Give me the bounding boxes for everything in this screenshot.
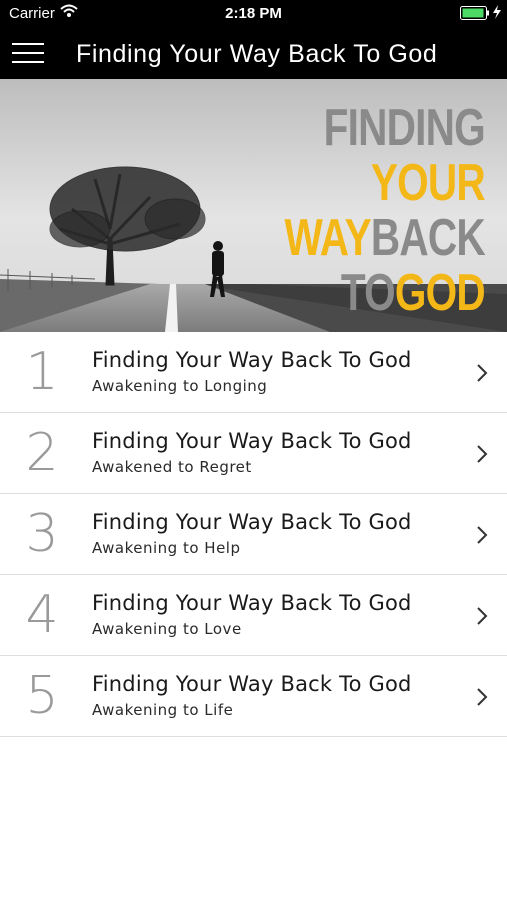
- nav-bar: Finding Your Way Back To God: [0, 27, 507, 79]
- session-subtitle: Awakening to Longing: [92, 377, 268, 395]
- session-number: 1: [25, 342, 59, 402]
- session-title: Finding Your Way Back To God: [92, 672, 412, 696]
- status-bar: Carrier 2:18 PM: [0, 0, 507, 27]
- session-title: Finding Your Way Back To God: [92, 348, 412, 372]
- battery-icon: [460, 6, 489, 20]
- page-title: Finding Your Way Back To God: [76, 40, 438, 68]
- hamburger-menu-icon[interactable]: [12, 39, 44, 67]
- menu-bar-line: [12, 61, 44, 63]
- hero-word-finding: FINDING: [323, 99, 486, 157]
- session-row-5[interactable]: 5 Finding Your Way Back To God Awakening…: [0, 656, 507, 737]
- chevron-right-icon: [477, 688, 488, 706]
- hero-word-god: GOD: [394, 264, 486, 322]
- session-number: 4: [25, 585, 59, 645]
- chevron-right-icon: [477, 526, 488, 544]
- menu-bar-line: [12, 43, 44, 45]
- session-number: 3: [25, 504, 59, 564]
- hero-word-to: TO: [340, 264, 396, 322]
- session-row-2[interactable]: 2 Finding Your Way Back To God Awakened …: [0, 413, 507, 494]
- chevron-right-icon: [477, 445, 488, 463]
- session-list: 1 Finding Your Way Back To God Awakening…: [0, 332, 507, 737]
- chevron-right-icon: [477, 364, 488, 382]
- session-subtitle: Awakened to Regret: [92, 458, 252, 476]
- session-row-3[interactable]: 3 Finding Your Way Back To God Awakening…: [0, 494, 507, 575]
- hero-word-way: WAY: [284, 209, 372, 267]
- chevron-right-icon: [477, 607, 488, 625]
- session-number: 5: [25, 666, 59, 726]
- session-row-4[interactable]: 4 Finding Your Way Back To God Awakening…: [0, 575, 507, 656]
- session-title: Finding Your Way Back To God: [92, 429, 412, 453]
- session-number: 2: [25, 423, 59, 483]
- session-title: Finding Your Way Back To God: [92, 510, 412, 534]
- session-subtitle: Awakening to Life: [92, 701, 234, 719]
- charging-icon: [493, 5, 501, 19]
- hero-word-back: BACK: [370, 209, 486, 267]
- clock-time: 2:18 PM: [225, 5, 282, 22]
- hero-banner: FINDING YOUR WAYBACK TOGOD: [0, 79, 507, 332]
- session-title: Finding Your Way Back To God: [92, 591, 412, 615]
- hero-word-your: YOUR: [370, 154, 486, 212]
- hero-title-graphic: FINDING YOUR WAYBACK TOGOD: [284, 99, 486, 322]
- session-row-1[interactable]: 1 Finding Your Way Back To God Awakening…: [0, 332, 507, 413]
- session-subtitle: Awakening to Help: [92, 539, 241, 557]
- menu-bar-line: [12, 52, 44, 54]
- session-subtitle: Awakening to Love: [92, 620, 242, 638]
